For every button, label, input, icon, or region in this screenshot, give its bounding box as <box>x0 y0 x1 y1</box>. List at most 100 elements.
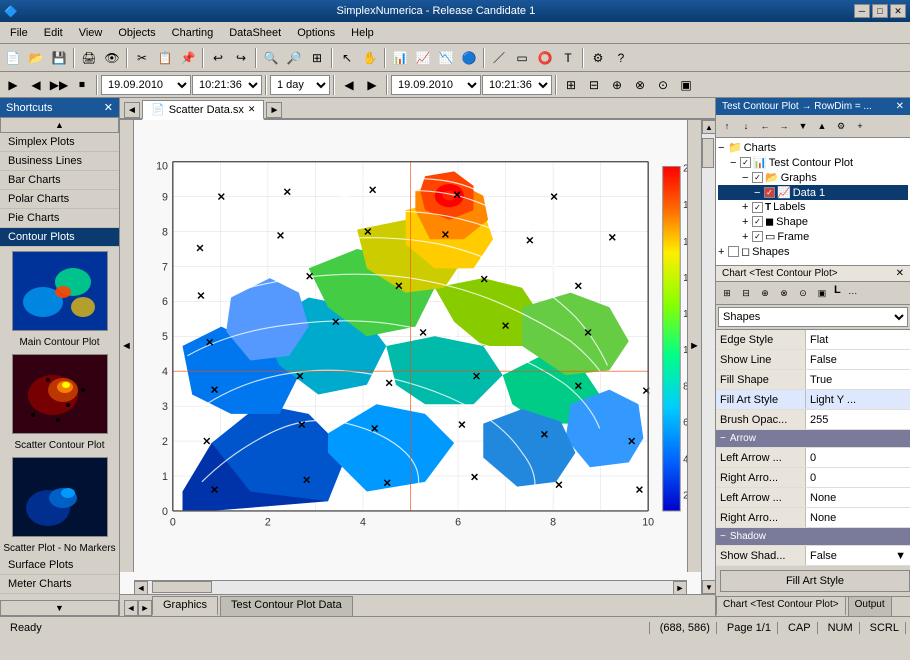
fill-art-style-button[interactable]: Fill Art Style <box>720 570 910 592</box>
toolbar-step-fwd[interactable]: ▶▶ <box>48 74 70 96</box>
chart-nav-left[interactable]: ◄ <box>120 120 134 572</box>
props-btn1[interactable]: ⊞ <box>718 284 736 302</box>
tree-expand-charts[interactable]: − <box>718 142 726 154</box>
toolbar-extra6[interactable]: ▣ <box>675 74 697 96</box>
toolbar-preview[interactable]: 👁 <box>101 47 123 69</box>
tree-check-graphs[interactable]: ✓ <box>752 172 763 183</box>
toolbar-cut[interactable]: ✂ <box>131 47 153 69</box>
bottom-tab-data[interactable]: Test Contour Plot Data <box>220 596 353 616</box>
tree-item-data1[interactable]: − ✓ 📈 Data 1 <box>718 185 908 200</box>
tree-check-frame[interactable]: ✓ <box>752 231 763 242</box>
shadow-section-expand[interactable]: − <box>720 531 726 542</box>
menu-help[interactable]: Help <box>343 22 382 43</box>
toolbar-arrow-right[interactable]: ▶ <box>361 74 383 96</box>
sidebar-close-button[interactable]: ✕ <box>104 101 113 114</box>
props-value-right-arrow2[interactable]: None <box>806 508 910 527</box>
tree-item-shape[interactable]: + ✓ ◼ Shape <box>718 214 908 229</box>
tree-expand-graphs[interactable]: − <box>742 172 750 184</box>
toolbar-text[interactable]: T <box>557 47 579 69</box>
tree-expand-shape[interactable]: + <box>742 216 750 228</box>
toolbar-open[interactable]: 📂 <box>25 47 47 69</box>
toolbar-settings[interactable]: ⚙ <box>587 47 609 69</box>
toolbar-scatter[interactable]: 🔵 <box>458 47 480 69</box>
vscroll-track[interactable] <box>702 134 715 580</box>
time2-combo[interactable]: 10:21:36 <box>482 75 552 95</box>
toolbar-zoom-in[interactable]: 🔍 <box>260 47 282 69</box>
sidebar-item-bar[interactable]: Bar Charts <box>0 171 119 190</box>
props-btn7[interactable]: L <box>832 284 843 302</box>
toolbar-print[interactable]: 🖨 <box>78 47 100 69</box>
interval-combo[interactable]: 1 day <box>270 75 330 95</box>
menu-view[interactable]: View <box>71 22 111 43</box>
right-tab-chart[interactable]: Chart <Test Contour Plot> <box>716 596 846 616</box>
minimize-button[interactable]: ─ <box>854 4 870 18</box>
menu-charting[interactable]: Charting <box>164 22 222 43</box>
menu-objects[interactable]: Objects <box>110 22 163 43</box>
rp-btn3[interactable]: ← <box>756 117 774 135</box>
props-value-brush-opac[interactable]: 255 <box>806 410 910 429</box>
arrow-section-expand[interactable]: − <box>720 433 726 444</box>
toolbar-fit[interactable]: ⊞ <box>306 47 328 69</box>
vscroll-down[interactable]: ▼ <box>702 580 715 594</box>
hscroll-thumb[interactable] <box>152 581 212 593</box>
props-btn8[interactable]: ⋯ <box>844 284 862 302</box>
props-btn3[interactable]: ⊕ <box>756 284 774 302</box>
sidebar-item-pie[interactable]: Pie Charts <box>0 209 119 228</box>
toolbar-extra4[interactable]: ⊗ <box>629 74 651 96</box>
hscroll-left[interactable]: ◄ <box>134 581 148 595</box>
tree-check-labels[interactable]: ✓ <box>752 202 763 213</box>
sidebar-item-meter[interactable]: Meter Charts <box>0 575 119 594</box>
tree-expand-frame[interactable]: + <box>742 231 750 243</box>
toolbar-extra5[interactable]: ⊙ <box>652 74 674 96</box>
toolbar-line[interactable]: ／ <box>488 47 510 69</box>
props-value-show-shadow[interactable]: False ▼ <box>806 546 910 565</box>
tree-expand-test-contour[interactable]: − <box>730 157 738 169</box>
toolbar-redo[interactable]: ↪ <box>230 47 252 69</box>
tree-expand-data1[interactable]: − <box>754 187 762 199</box>
toolbar-stop[interactable]: ⏹ <box>71 74 93 96</box>
tree-check-test-contour[interactable]: ✓ <box>740 157 751 168</box>
hscroll-track[interactable] <box>148 581 673 594</box>
toolbar-extra1[interactable]: ⊞ <box>560 74 582 96</box>
menu-file[interactable]: File <box>2 22 36 43</box>
rp-btn4[interactable]: → <box>775 117 793 135</box>
toolbar-paste[interactable]: 📌 <box>177 47 199 69</box>
tree-check-shapes[interactable] <box>728 246 739 257</box>
toolbar-rect[interactable]: ▭ <box>511 47 533 69</box>
rp-btn2[interactable]: ↓ <box>737 117 755 135</box>
tree-item-frame[interactable]: + ✓ ▭ Frame <box>718 229 908 244</box>
toolbar-copy[interactable]: 📋 <box>154 47 176 69</box>
toolbar-step-back[interactable]: ◀ <box>25 74 47 96</box>
tab-nav-right[interactable]: ► <box>266 102 282 118</box>
sidebar-scroll-up[interactable]: ▲ <box>0 117 119 133</box>
bottom-tab-graphics[interactable]: Graphics <box>152 596 218 616</box>
props-value-left-arrow2[interactable]: None <box>806 488 910 507</box>
rp-btn7[interactable]: ⚙ <box>832 117 850 135</box>
bottom-tab-nav-right[interactable]: ► <box>138 600 152 616</box>
sidebar-scroll-down[interactable]: ▼ <box>0 600 119 616</box>
props-value-left-arrow1[interactable]: 0 <box>806 448 910 467</box>
props-value-fill-shape[interactable]: True <box>806 370 910 389</box>
time1-combo[interactable]: 10:21:36 <box>192 75 262 95</box>
toolbar-graph[interactable]: 📉 <box>435 47 457 69</box>
props-btn5[interactable]: ⊙ <box>794 284 812 302</box>
menu-edit[interactable]: Edit <box>36 22 71 43</box>
props-btn4[interactable]: ⊗ <box>775 284 793 302</box>
toolbar-chart[interactable]: 📊 <box>389 47 411 69</box>
props-type-dropdown[interactable]: Shapes <box>718 307 908 327</box>
close-window-button[interactable]: ✕ <box>890 4 906 18</box>
toolbar-zoom-out[interactable]: 🔎 <box>283 47 305 69</box>
tree-item-graphs[interactable]: − ✓ 📂 Graphs <box>718 170 908 185</box>
rp-btn5[interactable]: ▼ <box>794 117 812 135</box>
sidebar-item-surface[interactable]: Surface Plots <box>0 556 119 575</box>
bottom-tab-nav-left[interactable]: ◄ <box>124 600 138 616</box>
toolbar-pan[interactable]: ✋ <box>359 47 381 69</box>
toolbar-undo[interactable]: ↩ <box>207 47 229 69</box>
menu-datasheet[interactable]: DataSheet <box>221 22 289 43</box>
tree-item-labels[interactable]: + ✓ T Labels <box>718 200 908 214</box>
tab-nav-left[interactable]: ◄ <box>124 102 140 118</box>
tree-expand-shapes[interactable]: + <box>718 246 726 258</box>
props-value-edge-style[interactable]: Flat <box>806 330 910 349</box>
toolbar-play[interactable]: ▶ <box>2 74 24 96</box>
vscroll-up[interactable]: ▲ <box>702 120 715 134</box>
